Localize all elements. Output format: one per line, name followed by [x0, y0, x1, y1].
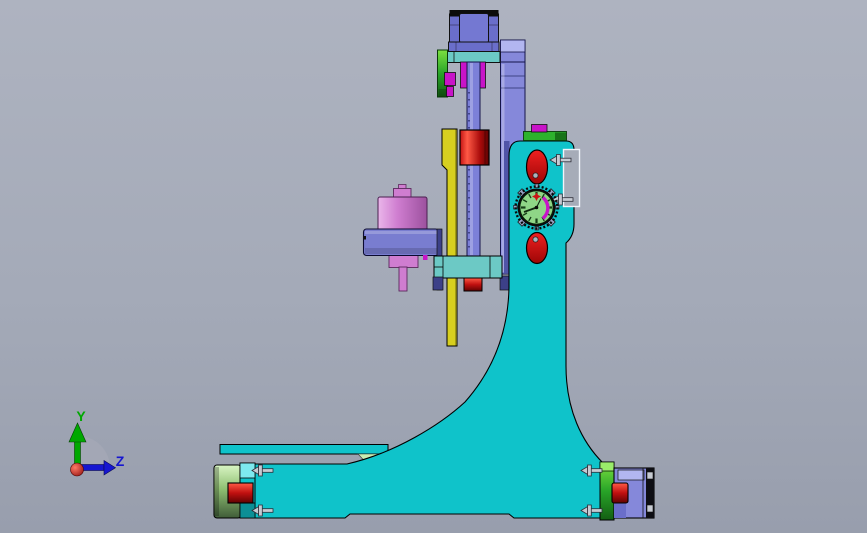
arm-red-block: [463, 277, 483, 292]
end-cap-notch-upper: [646, 471, 654, 480]
z-axis-label: Z: [116, 453, 125, 469]
dial-pivot: [534, 205, 539, 210]
pink-spindle-motor[interactable]: [362, 184, 443, 292]
z-axis-arrowhead: [103, 459, 117, 476]
bearing-block-top-panel: [617, 469, 645, 481]
top-motor-bracket[interactable]: [439, 10, 501, 63]
y-axis-label: Y: [76, 408, 86, 424]
magenta-stop-lower: [446, 86, 454, 97]
flange-left-notch: [363, 236, 366, 240]
dial-indicator[interactable]: [513, 183, 560, 231]
guide-column-top-ring: [500, 39, 526, 53]
x-axis-origin-dot: [70, 462, 84, 477]
spindle-top-knob: [393, 188, 412, 198]
red-clamp-cylinder[interactable]: [459, 129, 490, 166]
oval-knob-upper[interactable]: [525, 149, 549, 185]
bracket-inner-panel: [459, 13, 489, 43]
flange-top-highlight: [365, 231, 437, 234]
left-foot-red-hub[interactable]: [227, 482, 254, 504]
green-clamp-foot: [438, 89, 447, 97]
magenta-stop-upper: [444, 72, 456, 86]
flange-bottom-shade: [365, 248, 437, 254]
bracket-cyan-rail: [439, 51, 501, 63]
head-green-strip-end: [555, 132, 566, 140]
oval-knob-upper-pin: [532, 172, 539, 179]
orientation-triad: Y Z: [68, 408, 125, 477]
arm-navy-foot: [432, 276, 444, 291]
left-roller-edge-shade: [215, 467, 219, 516]
spindle-body: [377, 196, 428, 233]
anvil-bar-plate: [219, 444, 389, 455]
anvil-bar[interactable]: [219, 444, 389, 461]
y-axis-arrowhead: [68, 422, 87, 443]
cross-arm[interactable]: [423, 255, 503, 292]
arm-body: [433, 255, 503, 279]
right-foot-red-hub[interactable]: [611, 482, 629, 504]
head-magenta-block[interactable]: [531, 124, 548, 133]
yellow-slide-plate[interactable]: [441, 128, 458, 347]
arm-magenta-tab: [423, 255, 428, 260]
oval-knob-lower-pin: [532, 236, 539, 243]
end-cap-notch-lower: [646, 504, 654, 513]
spindle-stem: [398, 266, 408, 292]
spindle-lower-hub: [388, 254, 419, 268]
3d-model-canvas[interactable]: Y Z: [0, 0, 867, 533]
cad-3d-viewport[interactable]: Y Z: [0, 0, 867, 533]
